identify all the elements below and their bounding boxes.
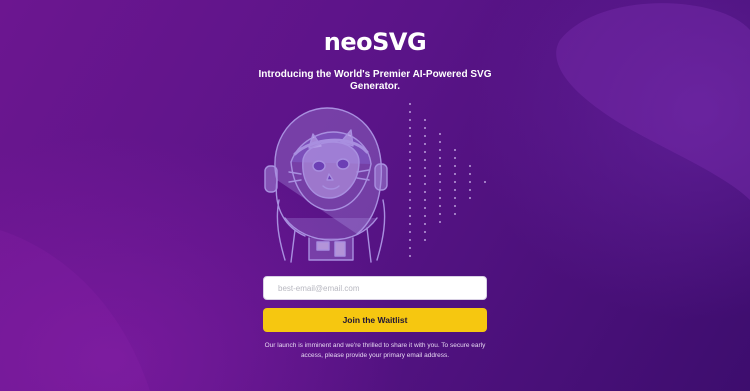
astronaut-cat-illustration	[264, 103, 486, 263]
astronaut-cat-icon	[264, 107, 388, 263]
signup-footnote: Our launch is imminent and we're thrille…	[264, 342, 486, 359]
email-input[interactable]	[263, 276, 487, 300]
join-waitlist-button[interactable]: Join the Waitlist	[263, 308, 487, 332]
brand-logo: neoSVG	[323, 28, 427, 56]
hero-tagline: Introducing the World's Premier AI-Power…	[258, 69, 492, 92]
dot-grid-decoration	[409, 103, 486, 257]
